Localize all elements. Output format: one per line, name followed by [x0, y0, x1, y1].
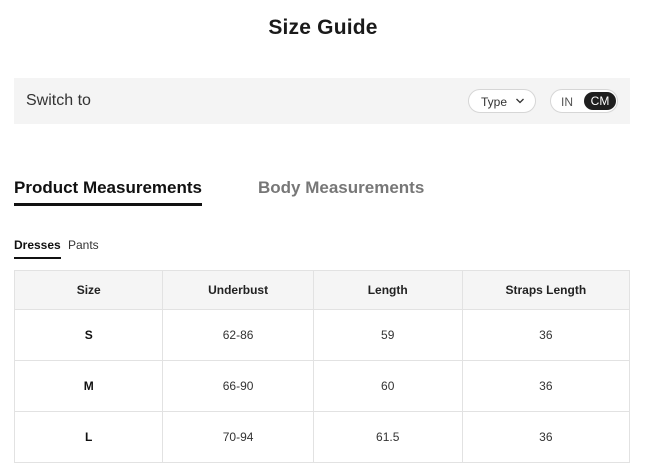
- header-straps-length: Straps Length: [461, 270, 631, 310]
- size-cell: S: [13, 309, 164, 361]
- tab-product-measurements[interactable]: Product Measurements: [14, 178, 202, 206]
- length-cell: 61.5: [312, 411, 463, 463]
- table-row: L 70-94 61.5 36: [13, 411, 631, 463]
- type-dropdown-label: Type: [481, 95, 508, 109]
- switch-to-label: Switch to: [26, 92, 91, 109]
- size-cell: L: [13, 411, 164, 463]
- subtab-pants[interactable]: Pants: [68, 238, 99, 252]
- underbust-cell: 66-90: [162, 360, 314, 412]
- table-header-row: Size Underbust Length Straps Length: [13, 270, 631, 310]
- type-dropdown[interactable]: Type: [468, 89, 536, 113]
- length-cell: 59: [312, 309, 463, 361]
- chevron-down-icon: [516, 98, 524, 104]
- subtab-dresses[interactable]: Dresses: [14, 238, 61, 259]
- table-row: M 66-90 60 36: [13, 360, 631, 412]
- header-size: Size: [13, 270, 164, 310]
- unit-option-in[interactable]: IN: [561, 95, 573, 109]
- straps-length-cell: 36: [461, 360, 631, 412]
- underbust-cell: 70-94: [162, 411, 314, 463]
- length-cell: 60: [312, 360, 463, 412]
- page-title: Size Guide: [268, 16, 378, 39]
- header-underbust: Underbust: [162, 270, 314, 310]
- unit-switch-bar: Switch to Type IN CM: [14, 78, 630, 124]
- unit-toggle: IN CM: [550, 89, 618, 113]
- size-table: Size Underbust Length Straps Length S 62…: [13, 270, 631, 463]
- size-cell: M: [13, 360, 164, 412]
- tab-body-measurements[interactable]: Body Measurements: [258, 178, 424, 198]
- unit-option-cm[interactable]: CM: [584, 92, 616, 110]
- straps-length-cell: 36: [461, 309, 631, 361]
- header-length: Length: [312, 270, 463, 310]
- straps-length-cell: 36: [461, 411, 631, 463]
- underbust-cell: 62-86: [162, 309, 314, 361]
- table-row: S 62-86 59 36: [13, 309, 631, 361]
